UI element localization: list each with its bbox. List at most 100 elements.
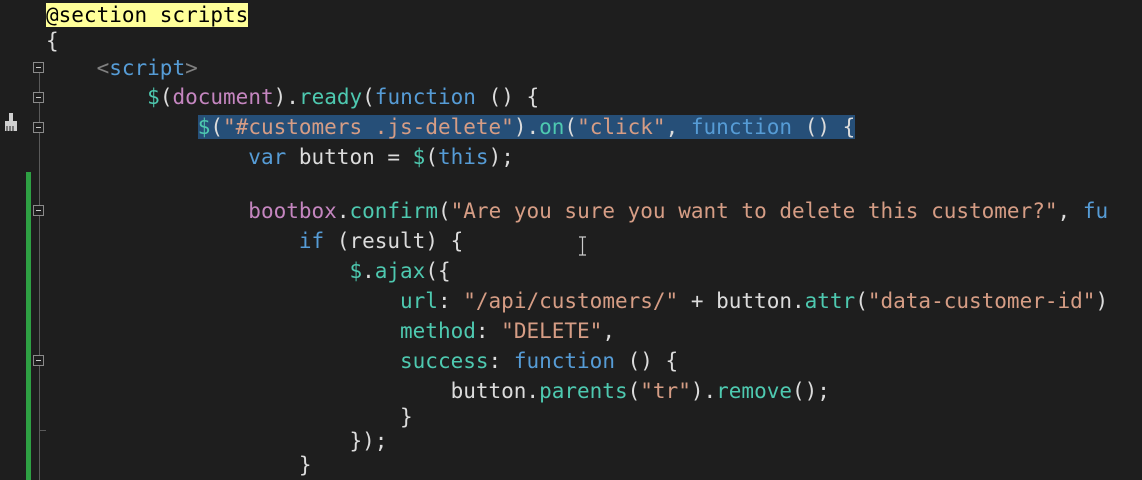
- code-line[interactable]: var button = $(this);: [46, 142, 514, 172]
- fold-collapse-icon[interactable]: [33, 92, 44, 103]
- code-token: }: [400, 405, 413, 429]
- code-token: $: [412, 145, 426, 169]
- code-token: (: [564, 115, 578, 139]
- code-token: "DELETE": [501, 319, 603, 343]
- code-token: (result) {: [324, 229, 464, 253]
- editor-gutter: [0, 0, 46, 480]
- code-token: button =: [286, 145, 413, 169]
- code-token: this: [437, 145, 489, 169]
- code-token: ).: [513, 115, 540, 139]
- code-token: on: [539, 115, 565, 139]
- code-token: $: [349, 259, 363, 283]
- code-token: attr: [804, 289, 856, 313]
- fold-collapse-icon[interactable]: [33, 355, 44, 366]
- code-token: ajax: [374, 259, 426, 283]
- code-token: ({: [425, 259, 451, 283]
- code-token: .: [336, 199, 350, 223]
- code-token: (: [855, 289, 868, 313]
- code-token: .: [362, 259, 375, 283]
- code-token: var: [248, 145, 287, 169]
- code-line[interactable]: bootbox.confirm("Are you sure you want t…: [46, 196, 1108, 226]
- code-token: "#customers .js-delete": [223, 115, 514, 139]
- code-token: (: [159, 85, 173, 109]
- outline-guide: [39, 72, 40, 480]
- change-indicator-bar: [26, 172, 31, 480]
- code-line[interactable]: $("#customers .js-delete").on("click", f…: [46, 112, 856, 142]
- code-token: (: [627, 379, 641, 403]
- code-line[interactable]: <script>: [46, 53, 198, 83]
- code-line[interactable]: success: function () {: [46, 346, 678, 376]
- code-token: >: [185, 56, 198, 80]
- code-token: $: [147, 85, 160, 109]
- code-token: method: [400, 319, 476, 343]
- code-token: :: [475, 319, 502, 343]
- code-token: "click": [577, 115, 666, 139]
- brush-icon[interactable]: [2, 112, 20, 132]
- code-token: {: [46, 29, 59, 53]
- code-token: "/api/customers/": [463, 289, 679, 313]
- code-token: ();: [792, 379, 830, 403]
- code-token: "tr": [640, 379, 691, 403]
- code-token: <: [96, 56, 110, 80]
- code-token: :: [437, 289, 464, 313]
- code-line[interactable]: {: [46, 26, 59, 56]
- code-token: ).: [690, 379, 717, 403]
- text-cursor-icon: [579, 236, 586, 256]
- code-token: success: [400, 349, 489, 373]
- code-token: function: [690, 115, 793, 139]
- code-token: () {: [614, 349, 679, 373]
- code-token: ,: [665, 115, 691, 139]
- code-token: () {: [475, 85, 540, 109]
- code-token: ready: [298, 85, 363, 109]
- code-token: function: [374, 85, 476, 109]
- code-line[interactable]: $.ajax({: [46, 256, 451, 286]
- code-token: script: [109, 56, 186, 80]
- code-token: button.: [450, 379, 540, 403]
- code-token: );: [488, 145, 514, 169]
- code-token: document: [172, 85, 274, 109]
- code-token: (: [362, 85, 375, 109]
- fold-collapse-icon[interactable]: [33, 205, 44, 216]
- code-token: parents: [539, 379, 628, 403]
- code-token: bootbox: [248, 199, 337, 223]
- code-token: (: [210, 115, 224, 139]
- code-token: () {: [792, 115, 856, 139]
- code-token: (: [437, 199, 451, 223]
- code-token: + button.: [678, 289, 805, 313]
- code-line[interactable]: @section scripts: [46, 0, 249, 30]
- code-token: confirm: [349, 199, 438, 223]
- code-token: ): [1095, 289, 1109, 313]
- code-line[interactable]: url: "/api/customers/" + button.attr("da…: [46, 286, 1108, 316]
- code-token: function: [513, 349, 615, 373]
- code-line[interactable]: if (result) {: [46, 226, 463, 256]
- code-token: remove: [716, 379, 792, 403]
- code-token: ,: [602, 319, 615, 343]
- code-line[interactable]: }: [46, 450, 312, 480]
- code-line[interactable]: method: "DELETE",: [46, 316, 615, 346]
- code-token: url: [400, 289, 438, 313]
- code-token: $: [197, 115, 211, 139]
- fold-collapse-icon[interactable]: [33, 122, 44, 133]
- code-token: });: [349, 429, 388, 453]
- code-token: :: [488, 349, 514, 373]
- code-line[interactable]: $(document).ready(function () {: [46, 82, 539, 112]
- code-token: }: [298, 453, 312, 477]
- fold-end-tick: [39, 430, 46, 431]
- fold-collapse-icon[interactable]: [33, 62, 44, 73]
- code-token: ).: [273, 85, 299, 109]
- code-token: fu: [1082, 199, 1109, 223]
- code-token: if: [298, 229, 325, 253]
- code-token: (: [425, 145, 438, 169]
- code-token: "data-customer-id": [867, 289, 1096, 313]
